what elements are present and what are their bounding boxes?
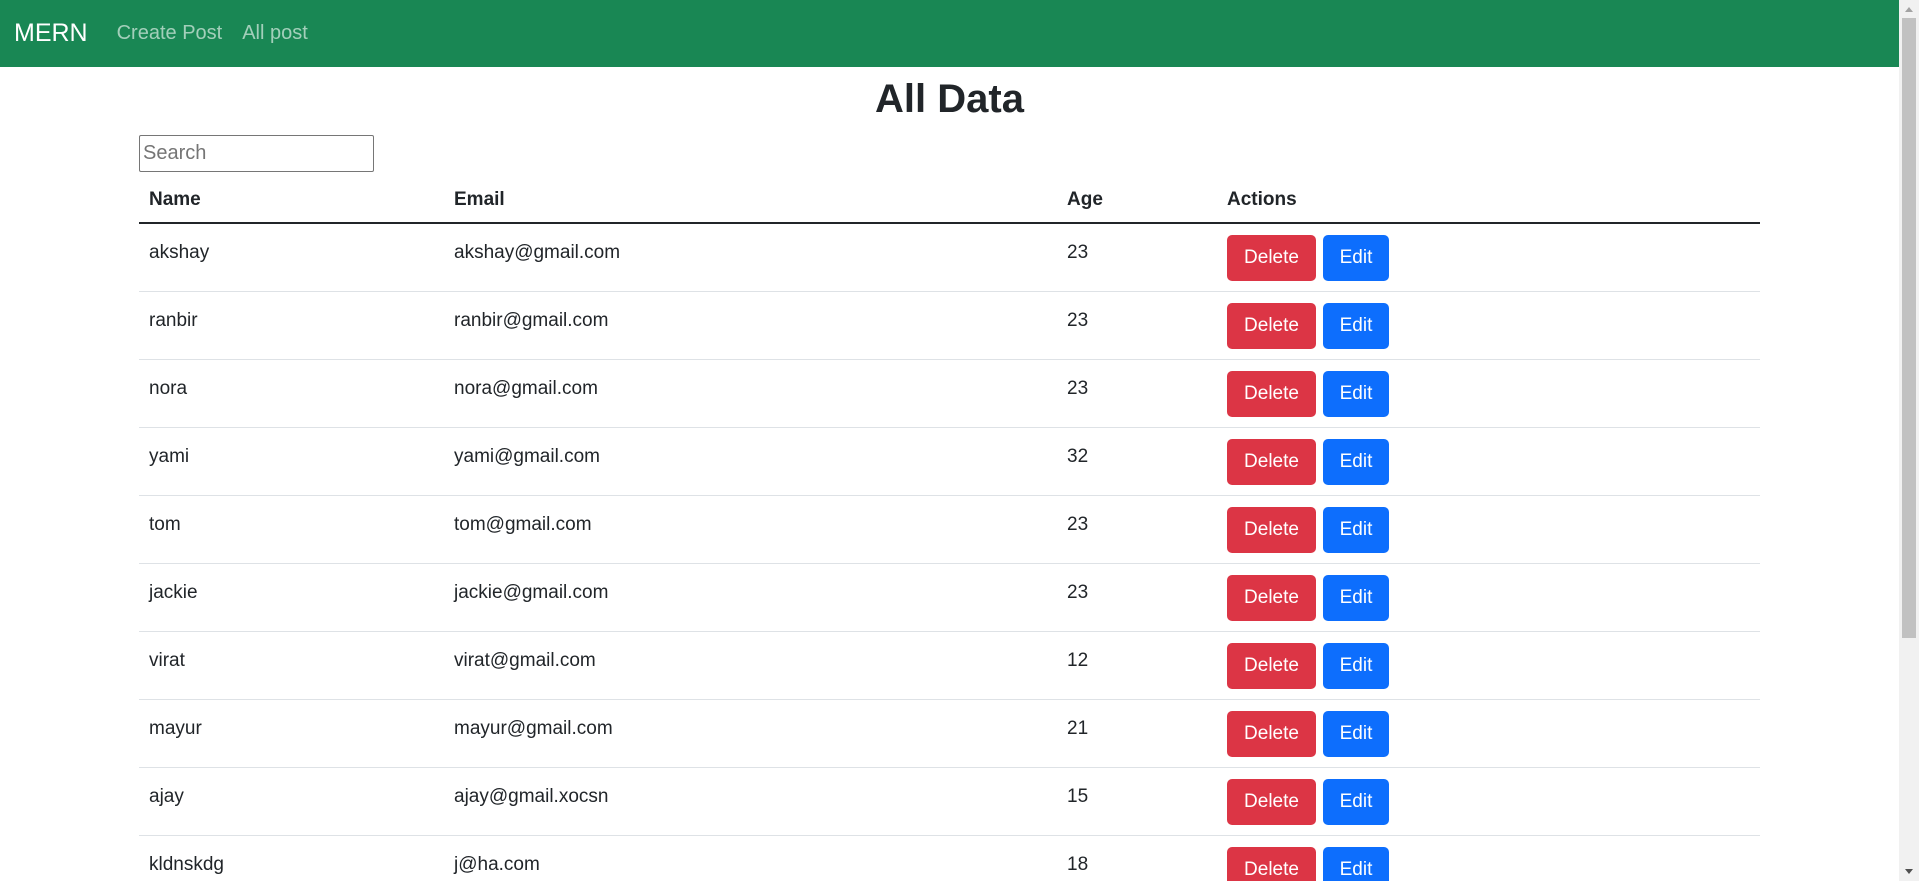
- edit-button[interactable]: Edit: [1323, 438, 1389, 485]
- delete-button[interactable]: Delete: [1227, 710, 1316, 757]
- column-header-email: Email: [444, 178, 1057, 224]
- cell-name: kldnskdg: [139, 835, 444, 881]
- brand-link[interactable]: MERN: [14, 19, 88, 48]
- cell-email: j@ha.com: [444, 835, 1057, 881]
- cell-name: ranbir: [139, 291, 444, 360]
- column-header-age: Age: [1057, 178, 1217, 224]
- delete-button[interactable]: Delete: [1227, 574, 1316, 621]
- nav-link-create-post[interactable]: Create Post: [117, 22, 223, 45]
- delete-button[interactable]: Delete: [1227, 438, 1316, 485]
- cell-actions: Delete Edit: [1217, 359, 1760, 428]
- cell-actions: Delete Edit: [1217, 223, 1760, 292]
- cell-email: mayur@gmail.com: [444, 699, 1057, 768]
- delete-button[interactable]: Delete: [1227, 846, 1316, 881]
- column-header-actions: Actions: [1217, 178, 1760, 224]
- delete-button[interactable]: Delete: [1227, 235, 1316, 281]
- cell-email: virat@gmail.com: [444, 631, 1057, 700]
- cell-name: mayur: [139, 699, 444, 768]
- edit-button[interactable]: Edit: [1323, 506, 1389, 553]
- table-row: akshay akshay@gmail.com 23 Delete Edit: [139, 223, 1760, 292]
- cell-age: 23: [1057, 359, 1217, 428]
- edit-button[interactable]: Edit: [1323, 370, 1389, 417]
- cell-email: tom@gmail.com: [444, 495, 1057, 564]
- cell-name: jackie: [139, 563, 444, 632]
- delete-button[interactable]: Delete: [1227, 302, 1316, 349]
- cell-email: ranbir@gmail.com: [444, 291, 1057, 360]
- cell-age: 18: [1057, 835, 1217, 881]
- page-title: All Data: [875, 77, 1024, 121]
- table-row: virat virat@gmail.com 12 Delete Edit: [139, 631, 1760, 700]
- delete-button[interactable]: Delete: [1227, 778, 1316, 825]
- table-header-row: Name Email Age Actions: [139, 178, 1760, 224]
- nav-link-all-post[interactable]: All post: [242, 22, 308, 45]
- cell-age: 23: [1057, 223, 1217, 292]
- cell-name: ajay: [139, 767, 444, 836]
- table-row: mayur mayur@gmail.com 21 Delete Edit: [139, 699, 1760, 768]
- cell-name: nora: [139, 359, 444, 428]
- table-row: tom tom@gmail.com 23 Delete Edit: [139, 495, 1760, 564]
- cell-age: 23: [1057, 563, 1217, 632]
- data-table: Name Email Age Actions akshay akshay@gmai…: [139, 178, 1760, 881]
- cell-age: 23: [1057, 291, 1217, 360]
- cell-age: 15: [1057, 767, 1217, 836]
- cell-age: 21: [1057, 699, 1217, 768]
- cell-name: yami: [139, 427, 444, 496]
- delete-button[interactable]: Delete: [1227, 642, 1316, 689]
- table-row: ajay ajay@gmail.xocsn 15 Delete Edit: [139, 767, 1760, 836]
- cell-email: akshay@gmail.com: [444, 223, 1057, 292]
- scroll-up-arrow-icon[interactable]: [1899, 0, 1919, 18]
- table-head: Name Email Age Actions: [139, 178, 1760, 224]
- edit-button[interactable]: Edit: [1323, 710, 1389, 757]
- table-row: yami yami@gmail.com 32 Delete Edit: [139, 427, 1760, 496]
- edit-button[interactable]: Edit: [1323, 235, 1389, 281]
- cell-email: yami@gmail.com: [444, 427, 1057, 496]
- cell-actions: Delete Edit: [1217, 563, 1760, 632]
- vertical-scrollbar[interactable]: [1899, 0, 1919, 881]
- table-row: kldnskdg j@ha.com 18 Delete Edit: [139, 835, 1760, 881]
- scroll-down-arrow-icon[interactable]: [1899, 863, 1919, 881]
- cell-name: akshay: [139, 223, 444, 292]
- cell-actions: Delete Edit: [1217, 427, 1760, 496]
- edit-button[interactable]: Edit: [1323, 302, 1389, 349]
- cell-email: ajay@gmail.xocsn: [444, 767, 1057, 836]
- cell-age: 23: [1057, 495, 1217, 564]
- column-header-name: Name: [139, 178, 444, 224]
- cell-email: nora@gmail.com: [444, 359, 1057, 428]
- cell-actions: Delete Edit: [1217, 495, 1760, 564]
- edit-button[interactable]: Edit: [1323, 574, 1389, 621]
- scroll-thumb[interactable]: [1902, 18, 1916, 638]
- edit-button[interactable]: Edit: [1323, 846, 1389, 881]
- cell-age: 12: [1057, 631, 1217, 700]
- cell-actions: Delete Edit: [1217, 631, 1760, 700]
- search-input[interactable]: [139, 135, 374, 172]
- edit-button[interactable]: Edit: [1323, 642, 1389, 689]
- cell-age: 32: [1057, 427, 1217, 496]
- cell-name: virat: [139, 631, 444, 700]
- navbar: MERN Create Post All post: [0, 0, 1899, 67]
- cell-email: jackie@gmail.com: [444, 563, 1057, 632]
- cell-actions: Delete Edit: [1217, 291, 1760, 360]
- cell-actions: Delete Edit: [1217, 767, 1760, 836]
- table-body: akshay akshay@gmail.com 23 Delete Edit ranbir…: [139, 223, 1760, 881]
- cell-name: tom: [139, 495, 444, 564]
- table-row: ranbir ranbir@gmail.com 23 Delete Edit: [139, 291, 1760, 360]
- delete-button[interactable]: Delete: [1227, 506, 1316, 553]
- table-row: jackie jackie@gmail.com 23 Delete Edit: [139, 563, 1760, 632]
- cell-actions: Delete Edit: [1217, 835, 1760, 881]
- delete-button[interactable]: Delete: [1227, 370, 1316, 417]
- page: MERN Create Post All post All Data Name …: [0, 0, 1919, 881]
- edit-button[interactable]: Edit: [1323, 778, 1389, 825]
- table-row: nora nora@gmail.com 23 Delete Edit: [139, 359, 1760, 428]
- cell-actions: Delete Edit: [1217, 699, 1760, 768]
